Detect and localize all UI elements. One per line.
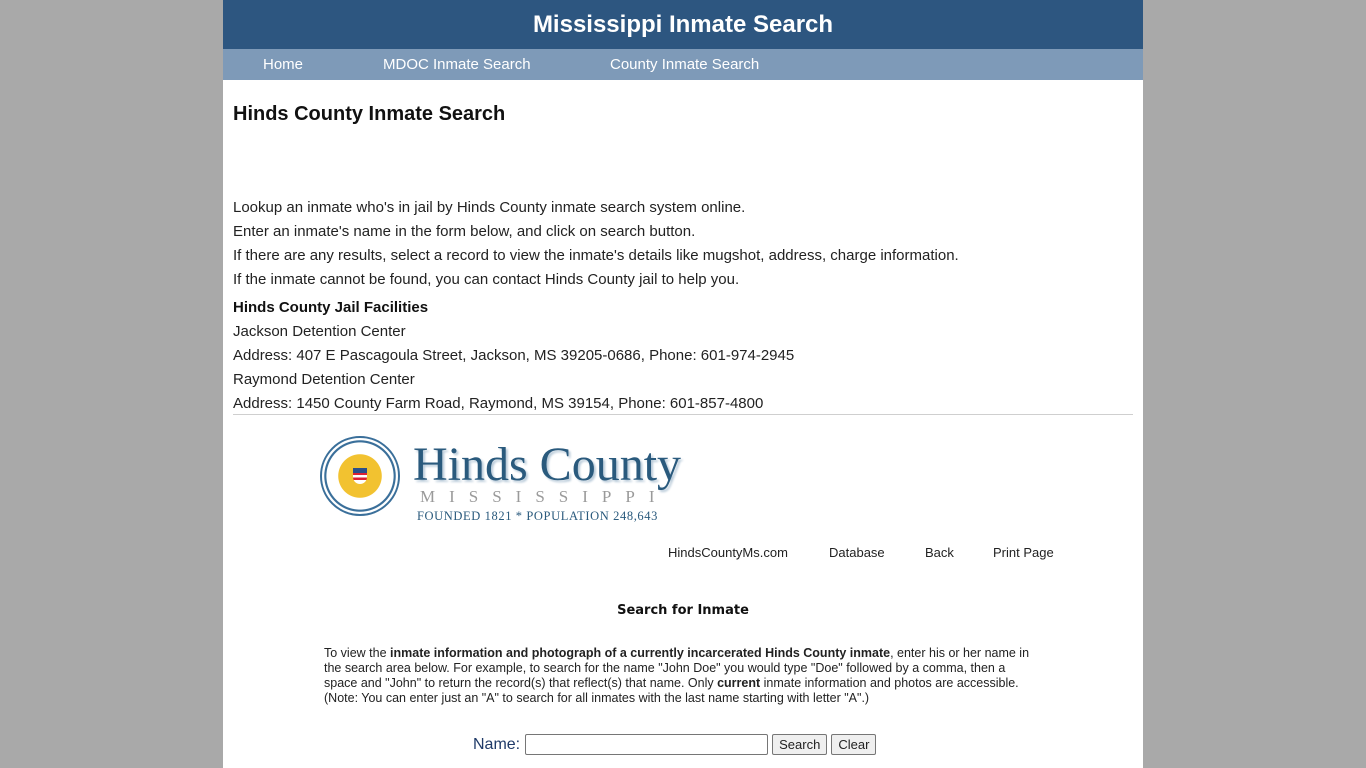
intro-line: If the inmate cannot be found, you can c… xyxy=(233,271,740,288)
clear-button[interactable]: Clear xyxy=(831,734,877,755)
name-input[interactable] xyxy=(525,734,769,755)
county-seal-icon xyxy=(320,436,400,516)
instructions-text: To view the xyxy=(324,646,391,660)
divider xyxy=(233,414,1133,415)
intro-text: Lookup an inmate who's in jail by Hinds … xyxy=(233,196,959,292)
top-nav: Home MDOC Inmate Search County Inmate Se… xyxy=(223,49,1143,80)
logo-founded: FOUNDED 1821 * POPULATION 248,643 xyxy=(417,509,658,523)
link-hindscountyms[interactable]: HindsCountyMs.com xyxy=(668,545,788,560)
page-container: Mississippi Inmate Search Home MDOC Inma… xyxy=(223,0,1143,768)
facility-address: Address: 1450 County Farm Road, Raymond,… xyxy=(233,395,764,412)
jail-facilities: Hinds County Jail Facilities Jackson Det… xyxy=(233,296,794,416)
instructions-bold: current xyxy=(717,676,761,690)
facility-name: Raymond Detention Center xyxy=(233,371,415,388)
search-instructions: To view the inmate information and photo… xyxy=(324,646,1034,706)
facility-address: Address: 407 E Pascagoula Street, Jackso… xyxy=(233,347,795,364)
shield-icon xyxy=(353,468,367,484)
facilities-title: Hinds County Jail Facilities xyxy=(233,299,429,316)
hinds-county-logo: Hinds County MISSISSIPPI FOUNDED 1821 * … xyxy=(320,433,705,528)
link-database[interactable]: Database xyxy=(829,545,885,560)
inmate-search-form: Name: Search Clear xyxy=(473,734,877,755)
search-button[interactable]: Search xyxy=(772,734,828,755)
site-title[interactable]: Mississippi Inmate Search xyxy=(533,11,833,39)
intro-line: Enter an inmate's name in the form below… xyxy=(233,223,696,240)
nav-home[interactable]: Home xyxy=(263,49,303,80)
nav-county-inmate-search[interactable]: County Inmate Search xyxy=(610,49,759,80)
instructions-bold: inmate information and photograph of a c… xyxy=(390,646,891,660)
search-heading: Search for Inmate xyxy=(617,603,749,618)
logo-title: Hinds County xyxy=(413,438,682,491)
name-label: Name: xyxy=(473,735,521,753)
link-back[interactable]: Back xyxy=(925,545,954,560)
link-print-page[interactable]: Print Page xyxy=(993,545,1054,560)
facility-name: Jackson Detention Center xyxy=(233,323,406,340)
site-header: Mississippi Inmate Search xyxy=(223,0,1143,49)
page-title: Hinds County Inmate Search xyxy=(233,103,506,125)
logo-state: MISSISSIPPI xyxy=(420,487,669,506)
nav-mdoc-inmate-search[interactable]: MDOC Inmate Search xyxy=(383,49,531,80)
intro-line: Lookup an inmate who's in jail by Hinds … xyxy=(233,199,746,216)
intro-line: If there are any results, select a recor… xyxy=(233,247,959,264)
